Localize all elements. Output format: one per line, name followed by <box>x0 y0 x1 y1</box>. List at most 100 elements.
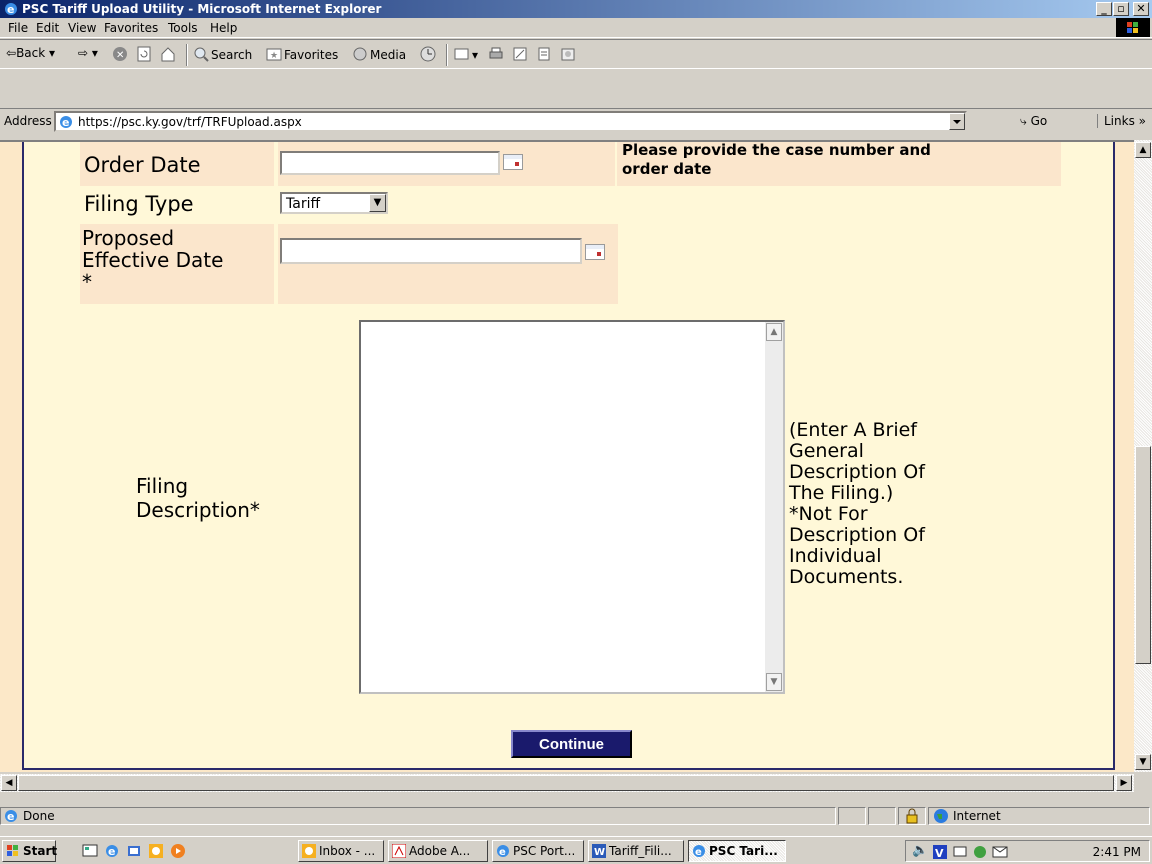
scroll-left-icon[interactable]: ◀ <box>1 775 17 791</box>
form-panel: Order Date Please provide the case numbe… <box>22 142 1115 770</box>
window-title: PSC Tariff Upload Utility - Microsoft In… <box>22 2 382 16</box>
filing-type-select[interactable]: Tariff ▼ <box>280 192 388 214</box>
messenger-icon <box>561 48 575 61</box>
clock: 2:41 PM <box>1092 845 1141 859</box>
status-pane <box>838 807 866 825</box>
scroll-down-icon[interactable]: ▼ <box>766 673 782 691</box>
sync-icon[interactable] <box>972 844 988 860</box>
zone-text: Internet <box>953 809 1001 823</box>
page-viewport: Order Date Please provide the case numbe… <box>0 140 1134 772</box>
vertical-scroll-thumb[interactable] <box>1135 446 1151 664</box>
effective-date-input-cell <box>278 224 618 304</box>
show-desktop-icon[interactable] <box>82 843 98 859</box>
antivirus-icon[interactable]: V <box>932 844 948 860</box>
ie-launch-icon[interactable]: e <box>104 843 120 859</box>
description-note: (Enter A Brief General Description Of Th… <box>789 419 925 588</box>
svg-text:e: e <box>499 847 506 858</box>
effective-date-input[interactable] <box>280 238 582 264</box>
mail-icon[interactable] <box>992 845 1008 859</box>
horizontal-scroll-thumb[interactable] <box>18 775 1114 791</box>
back-arrow-icon: ⇦ <box>6 46 17 60</box>
menu-view[interactable]: View <box>68 21 96 35</box>
menu-help[interactable]: Help <box>210 21 237 35</box>
messenger-button[interactable] <box>560 46 578 62</box>
system-tray: 🔈 V 2:41 PM <box>905 840 1150 862</box>
search-icon <box>194 47 209 62</box>
go-button[interactable]: ⤷ Go <box>1020 114 1047 129</box>
filing-type-label: Filing Type <box>84 192 194 216</box>
mail-button[interactable]: ▾ <box>454 46 478 62</box>
refresh-button[interactable] <box>136 46 154 62</box>
media-player-icon[interactable] <box>170 843 186 859</box>
search-button[interactable]: Search <box>193 46 252 62</box>
textarea-scrollbar[interactable]: ▲ ▼ <box>765 322 783 692</box>
status-pane <box>898 807 926 825</box>
windows-logo-icon <box>7 845 18 856</box>
inbox-icon <box>302 844 316 858</box>
toolbar-separator <box>186 44 188 66</box>
history-button[interactable] <box>420 46 438 62</box>
svg-text:e: e <box>7 3 14 16</box>
page-vertical-scrollbar[interactable]: ▲ ▼ <box>1134 140 1152 772</box>
scroll-up-icon[interactable]: ▲ <box>1135 142 1151 158</box>
menu-file[interactable]: File <box>8 21 28 35</box>
calendar-icon[interactable] <box>585 244 605 260</box>
scroll-down-icon[interactable]: ▼ <box>1135 754 1151 770</box>
forward-button[interactable]: ⇨ ▾ <box>78 46 98 60</box>
chevron-down-icon[interactable]: ▼ <box>369 194 386 212</box>
go-arrow-icon: ⤷ <box>1020 114 1027 128</box>
page-horizontal-scrollbar[interactable]: ◀ ▶ <box>0 774 1134 792</box>
svg-text:V: V <box>935 847 944 860</box>
media-button[interactable]: Media <box>352 46 406 62</box>
stop-button[interactable]: ✕ <box>112 46 130 62</box>
outlook-icon[interactable] <box>126 843 142 859</box>
address-input[interactable]: e https://psc.ky.gov/trf/TRFUpload.aspx <box>54 111 967 132</box>
edit-button[interactable] <box>512 46 530 62</box>
close-button[interactable]: ✕ <box>1133 2 1149 16</box>
task-psc-portal[interactable]: e PSC Port... <box>492 840 584 862</box>
windows-logo-icon <box>1116 18 1150 37</box>
taskbar: Start e Inbox - ... Adobe A... e PSC Por… <box>0 836 1152 864</box>
stop-icon: ✕ <box>113 47 127 61</box>
chevron-down-icon <box>953 120 961 124</box>
volume-icon[interactable]: 🔈 <box>912 843 928 858</box>
ie-logo-icon: e <box>5 3 17 16</box>
calendar-icon[interactable] <box>503 154 523 170</box>
print-button[interactable] <box>488 46 506 62</box>
clock-icon[interactable] <box>148 843 164 859</box>
task-inbox[interactable]: Inbox - ... <box>298 840 384 862</box>
order-date-input[interactable] <box>280 151 500 175</box>
task-psc-tariff[interactable]: e PSC Tari... <box>688 840 786 862</box>
toolbar-separator <box>446 44 448 66</box>
menu-edit[interactable]: Edit <box>36 21 59 35</box>
menu-favorites[interactable]: Favorites <box>104 21 158 35</box>
status-bar: e Done Internet <box>0 805 1152 827</box>
links-button[interactable]: Links » <box>1097 114 1146 128</box>
ie-icon: e <box>693 845 705 858</box>
favorites-button[interactable]: ★ Favorites <box>266 46 338 62</box>
edit-icon <box>513 47 527 61</box>
back-button[interactable]: ⇦Back ▾ <box>6 46 55 60</box>
menu-tools[interactable]: Tools <box>168 21 198 35</box>
scroll-right-icon[interactable]: ▶ <box>1116 775 1132 791</box>
page-icon: e <box>60 116 72 129</box>
status-pane <box>868 807 896 825</box>
svg-text:e: e <box>695 847 702 858</box>
home-icon <box>161 47 175 62</box>
network-icon[interactable] <box>952 844 968 860</box>
start-button[interactable]: Start <box>2 840 57 862</box>
svg-text:W: W <box>594 847 605 858</box>
address-url: https://psc.ky.gov/trf/TRFUpload.aspx <box>78 115 302 129</box>
home-button[interactable] <box>160 46 178 62</box>
task-tariff-filing[interactable]: W Tariff_Fili... <box>588 840 684 862</box>
scroll-up-icon[interactable]: ▲ <box>766 323 782 341</box>
maximize-button[interactable]: ▫ <box>1113 2 1129 16</box>
menu-bar: File Edit View Favorites Tools Help <box>0 18 1152 38</box>
task-adobe[interactable]: Adobe A... <box>388 840 488 862</box>
filing-description-label: Filing Description* <box>136 474 260 522</box>
address-dropdown-button[interactable] <box>949 113 965 130</box>
discuss-button[interactable] <box>536 46 554 62</box>
minimize-button[interactable]: _ <box>1096 2 1112 16</box>
filing-description-textarea[interactable]: ▲ ▼ <box>359 320 785 694</box>
continue-button[interactable]: Continue <box>511 730 632 758</box>
